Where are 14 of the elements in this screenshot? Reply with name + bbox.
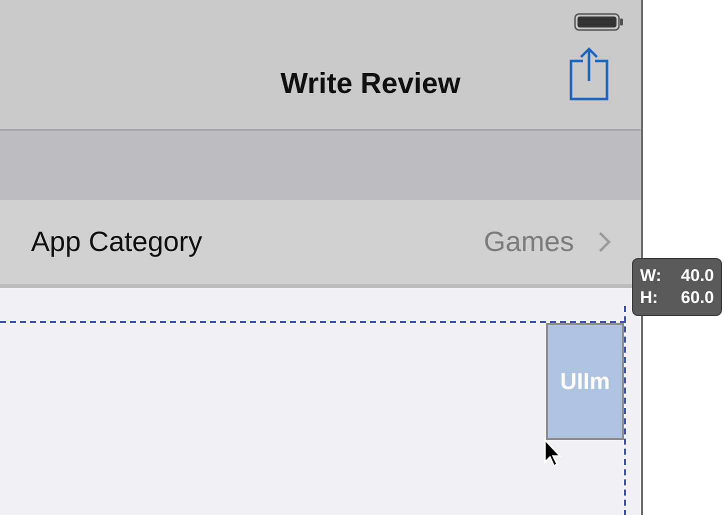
- dimension-key: W:: [640, 265, 662, 287]
- chevron-icon: [598, 231, 611, 253]
- battery-icon: [574, 13, 624, 31]
- dimension-value: 60.0: [680, 287, 714, 309]
- category-row[interactable]: App Category Games: [0, 200, 641, 288]
- image-view-label: UIIm: [560, 367, 610, 396]
- category-value: Games: [484, 225, 574, 259]
- cursor-icon: [543, 438, 563, 468]
- dimension-value: 40.0: [680, 265, 714, 287]
- dimension-key: H:: [640, 287, 658, 309]
- navigation-title: Write Review: [280, 66, 460, 102]
- category-label: App Category: [31, 225, 202, 259]
- share-icon: [569, 47, 609, 101]
- share-button[interactable]: [567, 46, 611, 102]
